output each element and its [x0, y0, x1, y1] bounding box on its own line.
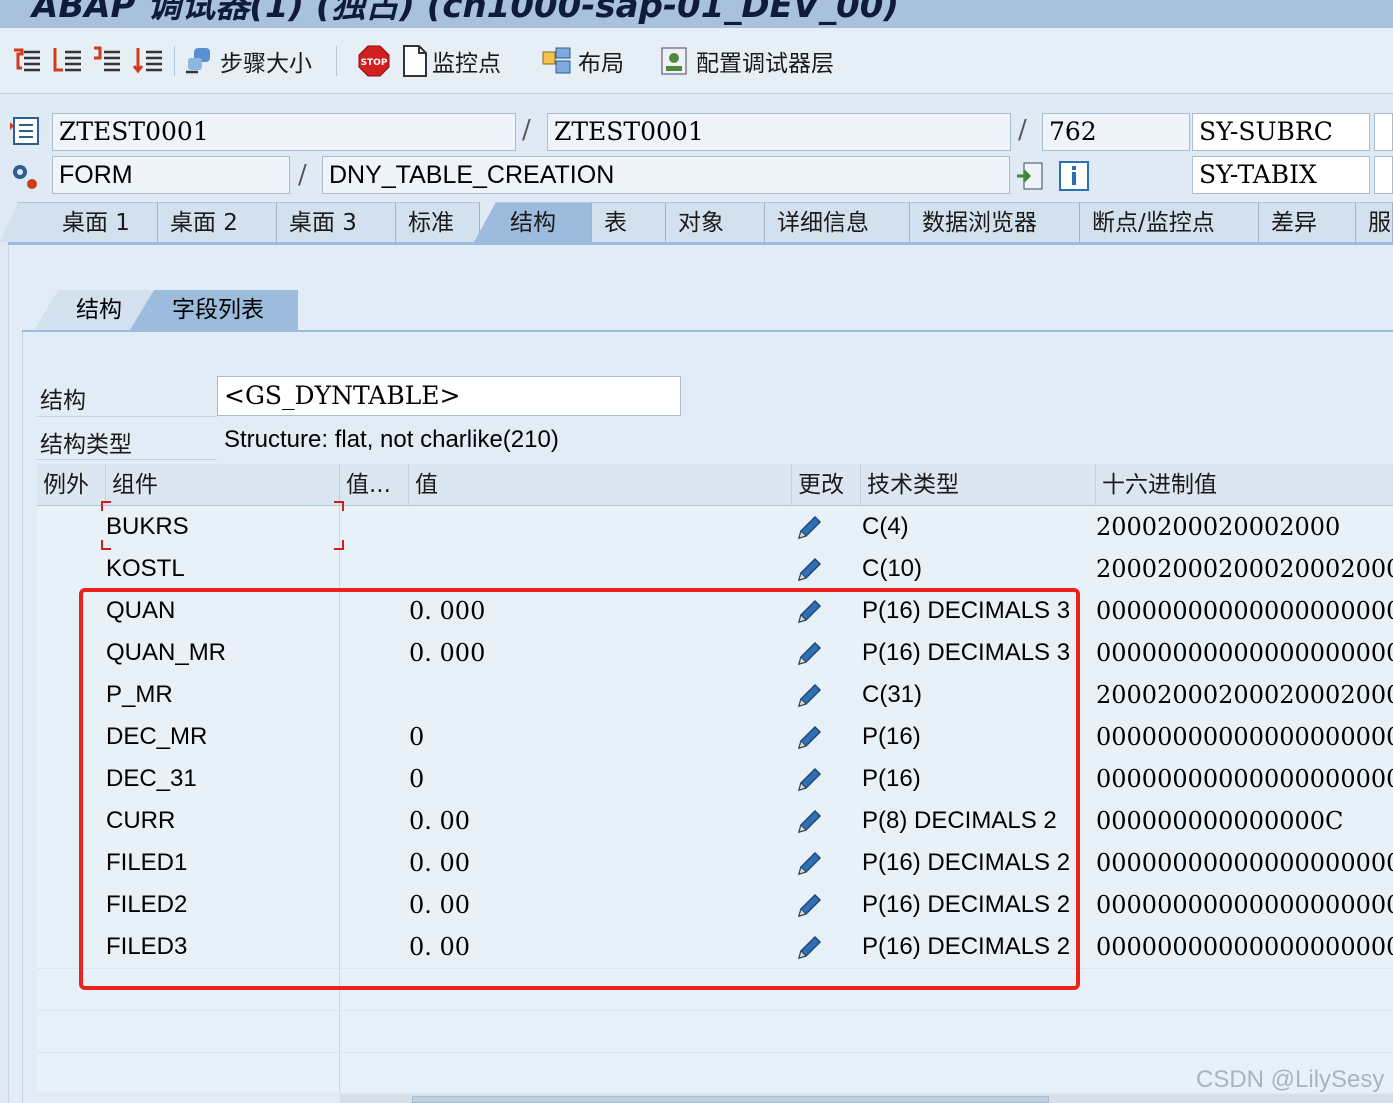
tech-type-cell: C(10) — [862, 555, 923, 582]
stop-button[interactable]: STOP — [358, 42, 390, 80]
col-change[interactable]: 更改 — [792, 464, 861, 506]
hex-value-cell: 2000200020002000 — [1096, 513, 1341, 541]
hex-value-cell: 00000000000000000000 — [1096, 891, 1393, 919]
empty-row — [37, 1052, 1393, 1094]
separator-slash: / — [522, 115, 531, 145]
tab-table[interactable]: 表 — [592, 202, 666, 242]
component-cell[interactable]: KOSTL — [106, 548, 185, 590]
edit-pencil-icon[interactable] — [795, 554, 825, 584]
continue-button[interactable] — [132, 42, 166, 80]
info-icon[interactable] — [1058, 160, 1090, 192]
variable2-field[interactable]: SY-TABIX — [1192, 156, 1370, 194]
event-name-field[interactable]: DNY_TABLE_CREATION — [322, 156, 1010, 194]
tab-standard[interactable]: 标准 — [396, 202, 480, 242]
tab-overflow[interactable]: 服 — [1356, 202, 1393, 242]
tab-objects[interactable]: 对象 — [666, 202, 765, 242]
hex-value-cell: 00000000000000000000 — [1096, 723, 1393, 751]
stop-icon: STOP — [358, 45, 390, 77]
watchpoint-button[interactable]: 监控点 — [402, 42, 501, 80]
structure-type-value: Structure: flat, not charlike(210) — [224, 426, 559, 453]
debugger-header: ZTEST0001 / ZTEST0001 / 762 SY-SUBRC FOR… — [0, 104, 1393, 200]
hex-value-cell: 00000000000000000000 — [1096, 597, 1393, 625]
variable1-field[interactable]: SY-SUBRC — [1192, 113, 1370, 151]
layout-icon — [542, 47, 571, 74]
sub-tabstrip: 结构 字段列表 — [22, 290, 1393, 330]
structure-type-label: 结构类型 — [40, 432, 132, 458]
horizontal-scrollbar[interactable] — [340, 1094, 1393, 1103]
event-type-field[interactable]: FORM — [52, 156, 290, 194]
program-field[interactable]: ZTEST0001 — [52, 113, 516, 151]
empty-row — [37, 1010, 1393, 1052]
configure-layers-label: 配置调试器层 — [696, 51, 834, 77]
hex-value-cell: 20002000200020002000 — [1096, 555, 1393, 583]
label-underline — [37, 459, 217, 460]
toolbar-separator — [174, 46, 175, 76]
separator-slash: / — [298, 160, 307, 190]
step-size-label: 步骤大小 — [220, 51, 312, 77]
configure-layers-icon — [661, 47, 687, 75]
tab-data-explorer[interactable]: 数据浏览器 — [910, 202, 1080, 242]
step-size-button[interactable]: 步骤大小 — [182, 42, 312, 80]
tab-structure[interactable]: 结构 — [474, 202, 592, 242]
col-hex[interactable]: 十六进制值 — [1096, 464, 1393, 506]
window-titlebar: ABAP 调试器(1) (独占) (cn1000-sap-01_DEV_00) — [0, 0, 1393, 28]
return-icon — [94, 46, 120, 72]
document-icon — [403, 45, 427, 77]
include-field[interactable]: ZTEST0001 — [547, 113, 1011, 151]
hex-value-cell: 00000000000000000000 — [1096, 849, 1393, 877]
execute-icon — [53, 48, 81, 72]
variable1-value-field[interactable] — [1374, 113, 1393, 151]
navigate-icon[interactable] — [1014, 160, 1046, 192]
table-row[interactable]: KOSTL C(10) 20002000200020002000 — [37, 548, 1393, 590]
tech-type-cell: C(4) — [862, 513, 909, 540]
step-size-icon — [186, 48, 210, 74]
structure-label: 结构 — [40, 388, 86, 414]
event-icon — [13, 165, 37, 189]
tab-desktop-3[interactable]: 桌面 3 — [277, 202, 396, 242]
col-exception[interactable]: 例外 — [37, 464, 106, 506]
table-header: 例外 组件 值... 值 更改 技术类型 十六进制值 — [37, 464, 1393, 506]
hex-value-cell: 000000000000000C — [1096, 807, 1344, 835]
hex-value-cell: 20002000200020002000 — [1096, 681, 1393, 709]
line-field[interactable]: 762 — [1042, 113, 1190, 151]
focus-cursor — [101, 501, 344, 550]
tab-desktop-2[interactable]: 桌面 2 — [158, 202, 277, 242]
watermark: CSDN @LilySesy — [1196, 1066, 1385, 1093]
return-button[interactable] — [90, 42, 124, 80]
tab-details[interactable]: 详细信息 — [765, 202, 910, 242]
hex-value-cell: 00000000000000000000 — [1096, 639, 1393, 667]
layout-label: 布局 — [578, 51, 624, 77]
tab-diff[interactable]: 差异 — [1259, 202, 1356, 242]
configure-layers-button[interactable]: 配置调试器层 — [658, 42, 834, 80]
watchpoint-label: 监控点 — [432, 51, 501, 77]
window-title: ABAP 调试器(1) (独占) (cn1000-sap-01_DEV_00) — [32, 0, 899, 26]
debugger-toolbar: 步骤大小 STOP 监控点 布局 配置调试器层 — [0, 28, 1393, 94]
col-value[interactable]: 值 — [409, 464, 792, 506]
layout-button[interactable]: 布局 — [540, 42, 624, 80]
structure-name-field[interactable]: <GS_DYNTABLE> — [217, 376, 681, 416]
tab-breakpoints[interactable]: 断点/监控点 — [1080, 202, 1259, 242]
label-underline — [37, 416, 217, 417]
col-component[interactable]: 组件 — [106, 464, 340, 506]
col-tech-type[interactable]: 技术类型 — [861, 464, 1096, 506]
tab-desktop-1[interactable]: 桌面 1 — [0, 202, 158, 242]
svg-text:STOP: STOP — [361, 58, 388, 68]
hex-value-cell: 00000000000000000000 — [1096, 933, 1393, 961]
separator-slash: / — [1018, 115, 1027, 145]
hex-value-cell: 00000000000000000000 — [1096, 765, 1393, 793]
execute-button[interactable] — [50, 42, 84, 80]
subtab-field-list[interactable]: 字段列表 — [130, 290, 298, 330]
main-tabstrip: 桌面 1 桌面 2 桌面 3 标准 结构 表 对象 详细信息 数据浏览器 断点/… — [0, 200, 1393, 242]
highlight-annotation-box — [79, 588, 1080, 990]
toolbar-separator — [336, 46, 337, 76]
scrollbar-thumb[interactable] — [412, 1096, 1049, 1103]
edit-pencil-icon[interactable] — [795, 512, 825, 542]
program-icon — [10, 117, 39, 145]
variable2-value-field[interactable] — [1374, 156, 1393, 194]
single-step-button[interactable] — [10, 42, 44, 80]
single-step-icon — [14, 48, 40, 72]
continue-icon — [132, 48, 162, 74]
col-value-short[interactable]: 值... — [340, 464, 409, 506]
